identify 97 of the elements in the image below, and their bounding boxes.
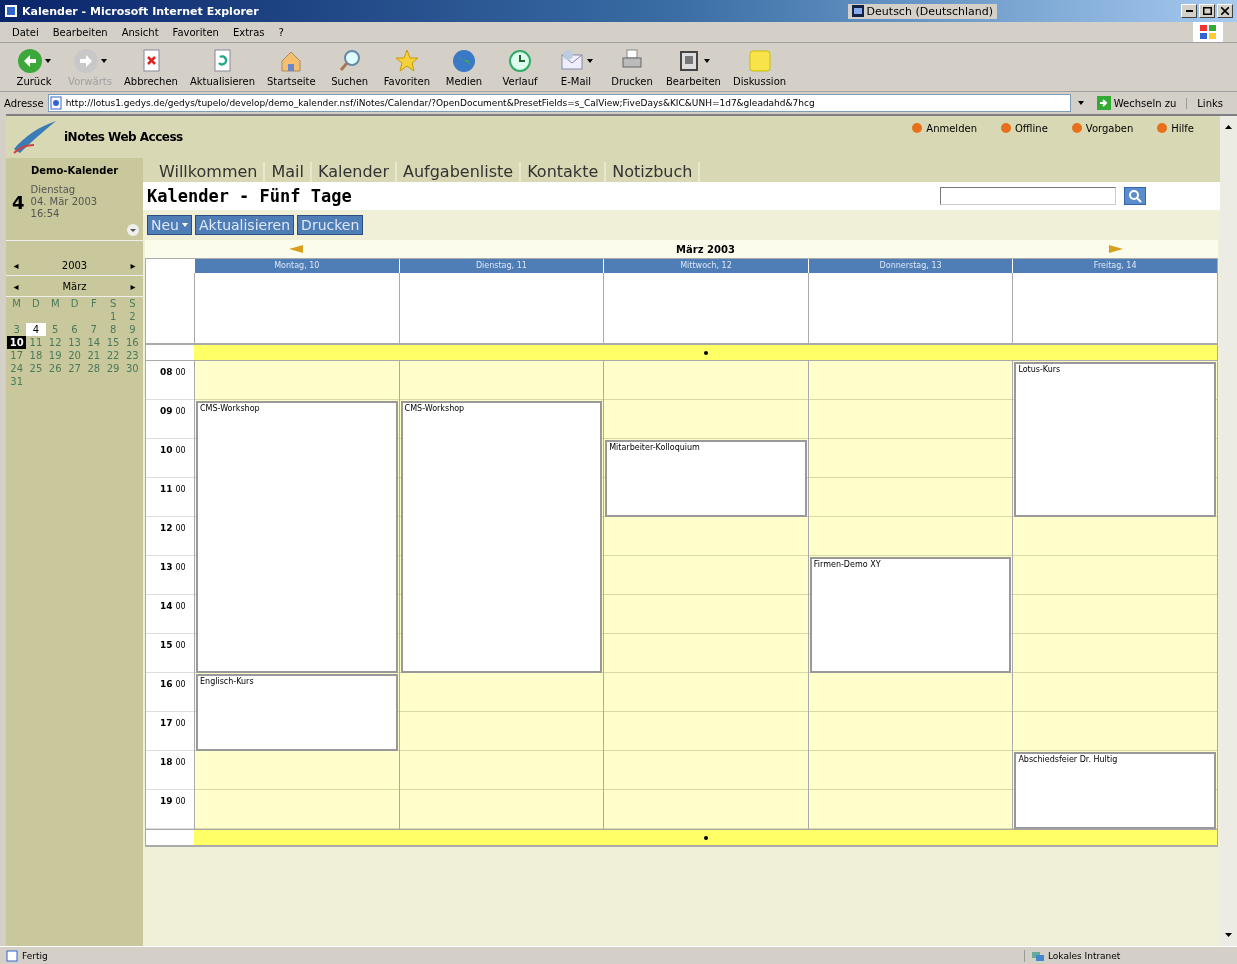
weekday-heading: D (69, 297, 80, 310)
dropdown-caret-icon (127, 224, 139, 236)
security-zone: Lokales Intranet (1048, 950, 1121, 961)
toolbar-button[interactable]: Zurück (8, 45, 60, 89)
day-header[interactable]: Montag, 10 (194, 259, 399, 273)
dot-icon (703, 835, 708, 840)
dropdown-caret-icon (101, 58, 107, 63)
maximize-icon (1202, 7, 1212, 15)
go-button[interactable]: Wechseln zu (1090, 95, 1183, 111)
dot-icon (703, 350, 708, 355)
address-field[interactable]: http://lotus1.gedys.de/gedys/tupelo/develop/demo_kalender.nsf/iNotes/Calendar/?OpenDocument&PresetFields=s_CalView;FiveDays&KIC&UNH=1d7&gleadahd&7hcg (47, 94, 1071, 112)
menu-item[interactable]: Datei (6, 25, 45, 39)
day-header[interactable]: Dienstag, 11 (398, 259, 604, 273)
close-icon (1221, 7, 1229, 15)
page-icon (6, 949, 18, 962)
star-icon (393, 47, 420, 74)
calendar-event[interactable]: Englisch-Kurs (196, 674, 398, 751)
dropdown-caret-icon (587, 58, 593, 63)
day-header[interactable]: Freitag, 14 (1012, 259, 1217, 273)
menu-item[interactable]: Bearbeiten (46, 25, 114, 39)
toolbar-button[interactable]: Favoriten (379, 45, 434, 89)
globe-icon (451, 47, 477, 74)
minimize-button[interactable] (1181, 4, 1197, 18)
calendar-event[interactable]: Abschiedsfeier Dr. Hultig (1014, 752, 1216, 829)
address-label: Adresse (4, 97, 44, 109)
menu-item[interactable]: ? (272, 25, 290, 39)
dropdown-caret-icon (181, 223, 188, 227)
weekday-heading: M (49, 297, 61, 310)
month-label: März (61, 280, 88, 292)
toolbar-button[interactable]: Suchen (323, 45, 376, 89)
weekday-heading: F (89, 297, 98, 310)
toolbar-button[interactable]: Medien (438, 45, 490, 89)
next-month-button[interactable]: ▸ (123, 280, 143, 292)
toolbar-button[interactable]: Bearbeiten (662, 45, 725, 89)
weekday-heading: S (128, 297, 137, 310)
top-link[interactable]: Anmelden (912, 122, 977, 134)
dot-icon (912, 123, 923, 133)
time-label: 16:54 (30, 208, 61, 220)
dropdown-caret-icon (45, 58, 51, 63)
day-header[interactable]: Donnerstag, 13 (807, 259, 1013, 273)
top-link[interactable]: Vorgaben (1071, 122, 1134, 134)
menu-item[interactable]: Favoriten (166, 25, 225, 39)
go-arrow-icon (1096, 96, 1111, 110)
top-link[interactable]: Hilfe (1157, 122, 1194, 134)
search-icon (1128, 189, 1142, 203)
month-label: März 2003 (675, 243, 736, 255)
page-icon (48, 96, 63, 110)
next-year-button[interactable]: ▸ (123, 259, 143, 271)
note-icon (746, 47, 773, 74)
close-button[interactable] (1217, 4, 1233, 18)
dot-icon (1071, 123, 1082, 133)
top-link[interactable]: Offline (1001, 122, 1048, 134)
previous-arrow-icon (288, 245, 303, 253)
links-button[interactable]: Links (1186, 97, 1233, 109)
menu-item[interactable]: Extras (226, 25, 271, 39)
dot-icon (1157, 123, 1168, 133)
weekday-heading: S (108, 297, 118, 310)
status-text: Fertig (22, 950, 48, 961)
weekday-heading: D (31, 297, 41, 310)
weekday-heading: M (11, 297, 22, 310)
product-name: iNotes Web Access (64, 130, 183, 144)
window-title: Kalender - Microsoft Internet Explorer (22, 4, 259, 18)
dropdown-caret-icon (704, 58, 711, 63)
toolbar-button[interactable]: Aktualisieren (185, 45, 259, 89)
search-button[interactable] (1124, 187, 1146, 205)
toolbar-button[interactable]: Startseite (263, 45, 320, 89)
window-app-icon (4, 4, 18, 18)
search-field[interactable] (940, 187, 1116, 205)
year-label: 2003 (60, 259, 89, 271)
weekday-label: Dienstag (30, 184, 77, 196)
toolbar-button[interactable]: Diskussion (728, 45, 791, 89)
maximize-button[interactable] (1199, 4, 1215, 18)
date-label: 04. Mär 2003 (30, 196, 98, 208)
toolbar-button[interactable]: Drucken (606, 45, 658, 89)
calendar-event[interactable]: Firmen-Demo XY (809, 557, 1012, 673)
language-bar[interactable]: Deutsch (Deutschland) (847, 3, 997, 19)
calendar-event[interactable]: Mitarbeiter-Kolloquium (605, 440, 807, 517)
previous-month-button[interactable]: ◂ (6, 280, 26, 292)
previous-year-button[interactable]: ◂ (6, 259, 26, 271)
calendar-event[interactable]: CMS-Workshop (400, 401, 603, 673)
windows-logo-icon (1199, 24, 1217, 40)
calendar-event[interactable]: Lotus-Kurs (1014, 362, 1216, 517)
dot-icon (1001, 123, 1011, 133)
menu-item[interactable]: Ansicht (115, 25, 165, 39)
day-number: 4 (12, 191, 25, 215)
toolbar-button[interactable]: Verlauf (494, 45, 546, 89)
minimize-icon (1185, 10, 1193, 12)
calendar-day[interactable]: 10 (7, 336, 27, 349)
calendar-day[interactable]: 4 (26, 323, 46, 336)
network-icon (1031, 949, 1045, 962)
calendar-event[interactable]: CMS-Workshop (196, 401, 398, 673)
next-arrow-icon (1108, 245, 1123, 253)
calendar-name: Demo-Kalender (29, 163, 120, 178)
view-title: Kalender - Fünf Tage (147, 186, 352, 206)
toolbar-button[interactable]: E-Mail (550, 45, 602, 89)
day-header[interactable]: Mittwoch, 12 (603, 259, 808, 273)
toolbar-button[interactable]: Abbrechen (120, 45, 182, 89)
